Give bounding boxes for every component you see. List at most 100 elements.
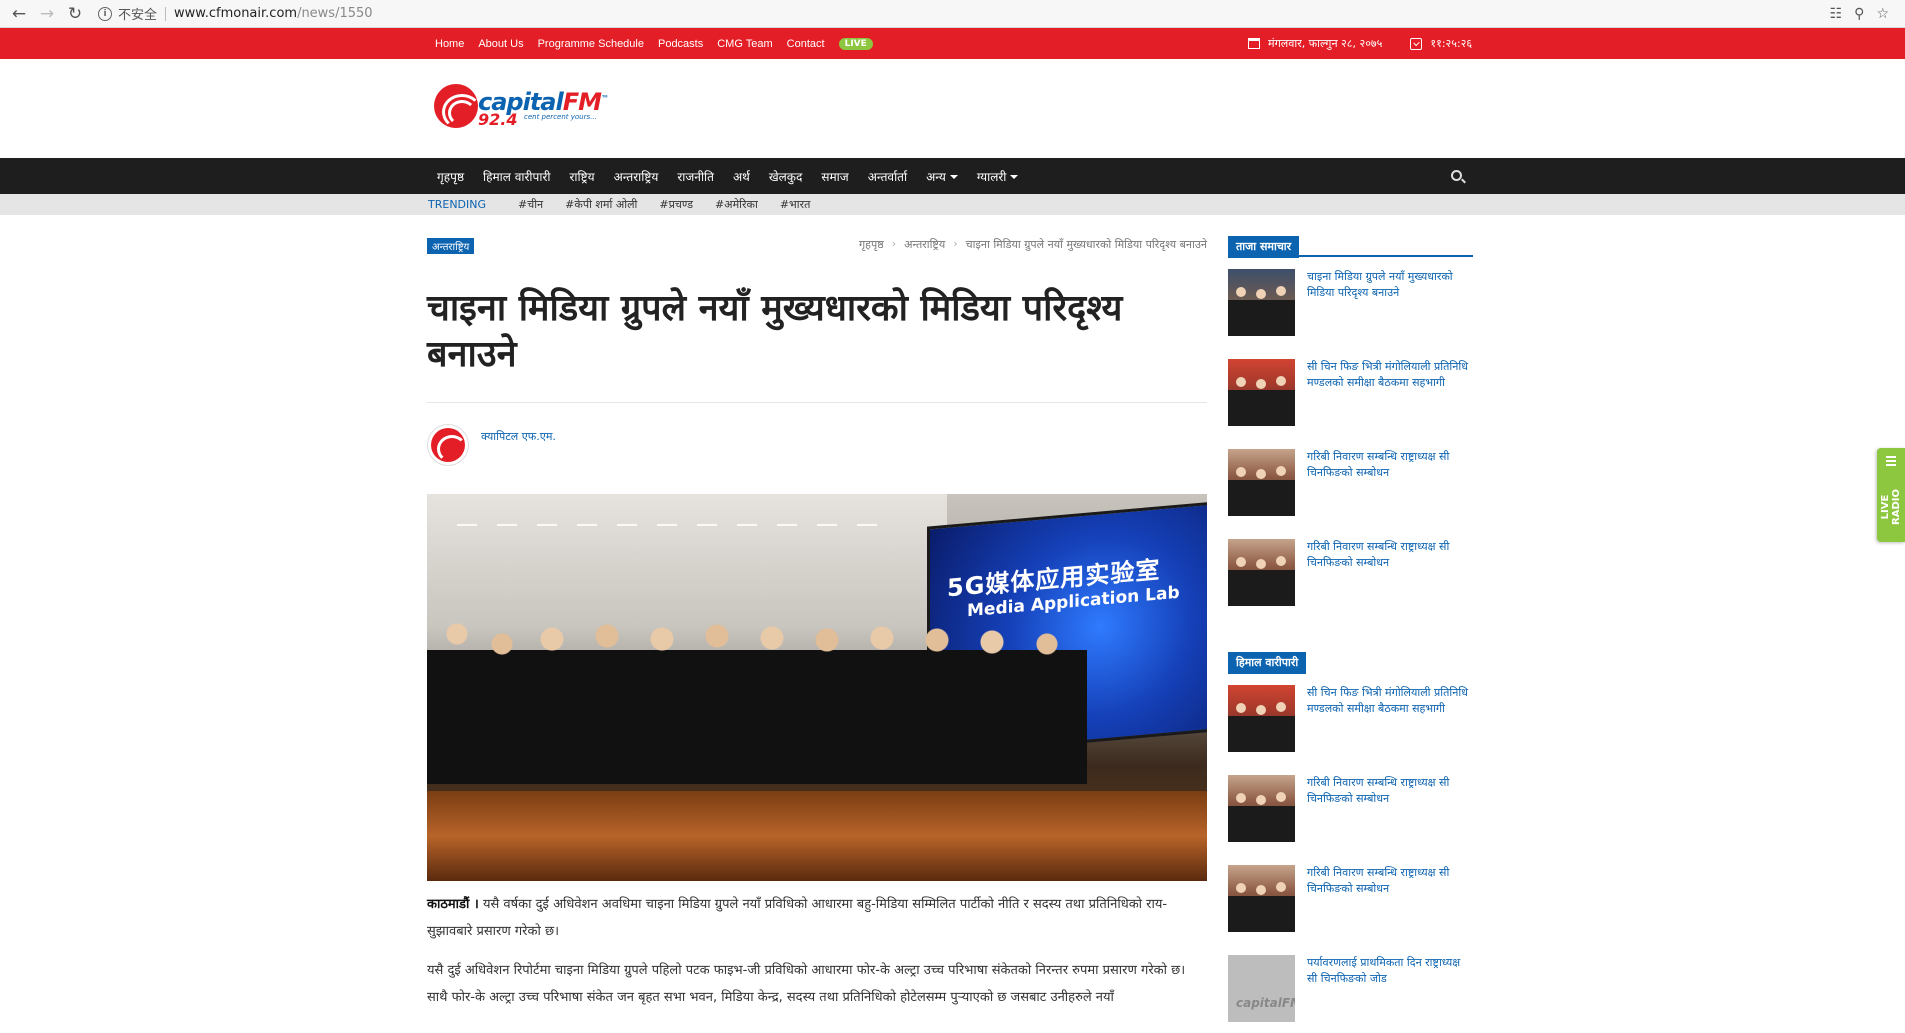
sidebar: ताजा समाचार चाइना मिडिया ग्रुपले नयाँ मु… (1228, 235, 1473, 1033)
news-title-link[interactable]: पर्यावरणलाई प्राथमिकता दिन राष्ट्राध्यक्… (1307, 955, 1473, 1033)
list-item[interactable]: गरिबी निवारण सम्बन्धि राष्ट्राध्यक्ष सी … (1228, 865, 1473, 943)
breadcrumb-home[interactable]: गृहपृष्ठ (859, 237, 884, 252)
news-title-link[interactable]: गरिबी निवारण सम्बन्धि राष्ट्राध्यक्ष सी … (1307, 539, 1473, 617)
header: capitalFM™ 92.4 cent percent yours... (0, 59, 1905, 158)
live-badge[interactable]: LIVE (838, 37, 873, 50)
address-divider (165, 6, 167, 21)
nav-item-more[interactable]: अन्य (926, 168, 958, 185)
reload-icon[interactable]: ↻ (64, 3, 86, 25)
url-host: www.cfmonair.com (174, 6, 298, 21)
top-link-contact[interactable]: Contact (787, 38, 825, 50)
list-item[interactable]: पर्यावरणलाई प्राथमिकता दिन राष्ट्राध्यक्… (1228, 955, 1473, 1033)
author-name[interactable]: क्यापिटल एफ.एम. (481, 429, 556, 444)
trending-tag[interactable]: #प्रचण्ड (659, 197, 693, 212)
news-title-link[interactable]: गरिबी निवारण सम्बन्धि राष्ट्राध्यक्ष सी … (1307, 449, 1473, 527)
trending-tag[interactable]: #भारत (780, 197, 811, 212)
list-item[interactable]: चाइना मिडिया ग्रुपले नयाँ मुख्यधारको मिड… (1228, 269, 1473, 347)
nav-item-gallery[interactable]: ग्यालरी (977, 168, 1019, 185)
trending-tag[interactable]: #चीन (518, 197, 543, 212)
nav-item-sports[interactable]: खेलकुद (769, 168, 803, 185)
news-title-link[interactable]: गरिबी निवारण सम्बन्धि राष्ट्राध्यक्ष सी … (1307, 865, 1473, 943)
list-item[interactable]: गरिबी निवारण सम्बन्धि राष्ट्राध्यक्ष सी … (1228, 539, 1473, 617)
news-title-link[interactable]: सी चिन फिङ भित्री मंगोलियाली प्रतिनिधि म… (1307, 685, 1473, 763)
back-icon[interactable]: ← (8, 3, 30, 25)
news-title-link[interactable]: गरिबी निवारण सम्बन्धि राष्ट्राध्यक्ष सी … (1307, 775, 1473, 853)
url-path: /news/1550 (297, 6, 373, 21)
himal-heading-label: हिमाल वारीपारी (1228, 652, 1307, 674)
security-label: 不安全 (118, 8, 158, 23)
trending-tag[interactable]: #अमेरिका (715, 197, 758, 212)
list-item[interactable]: सी चिन फिङ भित्री मंगोलियाली प्रतिनिधि म… (1228, 685, 1473, 763)
top-bar: Home About Us Programme Schedule Podcast… (0, 28, 1905, 59)
top-link-team[interactable]: CMG Team (717, 38, 772, 50)
trending-label: TRENDING (428, 198, 487, 211)
news-thumbnail[interactable] (1228, 865, 1295, 932)
address-bar[interactable]: i 不安全 www.cfmonair.com/news/1550 (98, 3, 1830, 25)
live-radio-tab[interactable]: LIVE RADIO (1877, 448, 1905, 542)
news-thumbnail[interactable] (1228, 539, 1295, 606)
paragraph-text: यसै वर्षका दुई अधिवेशन अवधिमा चाइना मिडि… (427, 897, 1168, 939)
logo-swirl-icon (434, 84, 478, 128)
nav-item-politics[interactable]: राजनीति (677, 168, 714, 185)
divider (427, 402, 1207, 403)
top-link-schedule[interactable]: Programme Schedule (538, 38, 644, 50)
browser-toolbar: ← → ↻ i 不安全 www.cfmonair.com/news/1550 ☷… (0, 0, 1905, 28)
latest-news-heading: ताजा समाचार (1228, 235, 1473, 258)
article-hero-image: 5G媒体应用实验室 Media Application Lab (427, 494, 1207, 881)
forward-icon[interactable]: → (36, 3, 58, 25)
live-radio-label: LIVE RADIO (1880, 489, 1902, 525)
logo-trademark: ™ (601, 94, 609, 103)
news-thumbnail[interactable] (1228, 449, 1295, 516)
site-logo[interactable]: capitalFM™ 92.4 cent percent yours... (434, 84, 609, 129)
news-thumbnail[interactable] (1228, 775, 1295, 842)
news-title-link[interactable]: सी चिन फिङ भित्री मंगोलियाली प्रतिनिधि म… (1307, 359, 1473, 437)
main-nav: गृहपृष्ठ हिमाल वारीपारी राष्ट्रिय अन्तरा… (0, 158, 1905, 194)
news-title-link[interactable]: चाइना मिडिया ग्रुपले नयाँ मुख्यधारको मिड… (1307, 269, 1473, 347)
breadcrumb: गृहपृष्ठ › अन्तराष्ट्रिय › चाइना मिडिया … (859, 237, 1207, 252)
nav-item-national[interactable]: राष्ट्रिय (569, 168, 594, 185)
current-date: मंगलवार, फाल्गुन २८, २०७५ (1268, 37, 1383, 50)
nav-item-interview[interactable]: अन्तर्वार्ता (868, 168, 907, 185)
chevron-right-icon: › (891, 237, 897, 250)
breadcrumb-category[interactable]: अन्तराष्ट्रिय (904, 237, 945, 252)
top-link-about[interactable]: About Us (478, 38, 523, 50)
info-icon[interactable]: i (98, 6, 112, 21)
bookmark-star-icon[interactable]: ☆ (1876, 6, 1889, 22)
logo-fm: FM (562, 88, 602, 116)
trending-tag[interactable]: #केपी शर्मा ओली (565, 197, 637, 212)
news-thumbnail[interactable] (1228, 359, 1295, 426)
zoom-icon[interactable]: ⚲ (1854, 6, 1864, 22)
dateline: काठमाडौं । (427, 897, 479, 912)
search-icon[interactable] (1451, 170, 1462, 181)
nav-item-society[interactable]: समाज (821, 168, 848, 185)
top-nav: Home About Us Programme Schedule Podcast… (435, 28, 873, 59)
latest-heading-label: ताजा समाचार (1228, 236, 1300, 258)
author-block: क्यापिटल एफ.एम. (427, 424, 1207, 466)
news-thumbnail[interactable] (1228, 955, 1295, 1022)
calendar-icon (1248, 38, 1260, 49)
list-item[interactable]: गरिबी निवारण सम्बन्धि राष्ट्राध्यक्ष सी … (1228, 449, 1473, 527)
article: अन्तराष्ट्रिय गृहपृष्ठ › अन्तराष्ट्रिय ›… (427, 235, 1207, 1011)
himal-section-heading: हिमाल वारीपारी (1228, 651, 1473, 674)
logo-tagline: cent percent yours... (524, 113, 597, 121)
trending-bar: TRENDING #चीन #केपी शर्मा ओली #प्रचण्ड #… (0, 194, 1905, 215)
top-link-podcasts[interactable]: Podcasts (658, 38, 703, 50)
top-link-home[interactable]: Home (435, 38, 464, 50)
news-thumbnail[interactable] (1228, 269, 1295, 336)
category-badge[interactable]: अन्तराष्ट्रिय (427, 238, 475, 254)
news-thumbnail[interactable] (1228, 685, 1295, 752)
nav-item-international[interactable]: अन्तराष्ट्रिय (614, 168, 659, 185)
avatar[interactable] (427, 424, 469, 466)
list-item[interactable]: गरिबी निवारण सम्बन्धि राष्ट्राध्यक्ष सी … (1228, 775, 1473, 853)
date-time: मंगलवार, फाल्गुन २८, २०७५ ११:२५:२६ (1248, 28, 1472, 59)
chevron-down-icon (949, 175, 958, 179)
current-time: ११:२५:२६ (1430, 37, 1473, 50)
list-item[interactable]: सी चिन फिङ भित्री मंगोलियाली प्रतिनिधि म… (1228, 359, 1473, 437)
translate-icon[interactable]: ☷ (1830, 6, 1843, 22)
nav-item-home[interactable]: गृहपृष्ठ (437, 168, 464, 185)
chevron-right-icon: › (953, 237, 958, 250)
menu-icon (1886, 456, 1896, 468)
nav-item-himal[interactable]: हिमाल वारीपारी (483, 168, 550, 185)
clock-icon (1410, 37, 1423, 50)
nav-item-economy[interactable]: अर्थ (733, 168, 750, 185)
